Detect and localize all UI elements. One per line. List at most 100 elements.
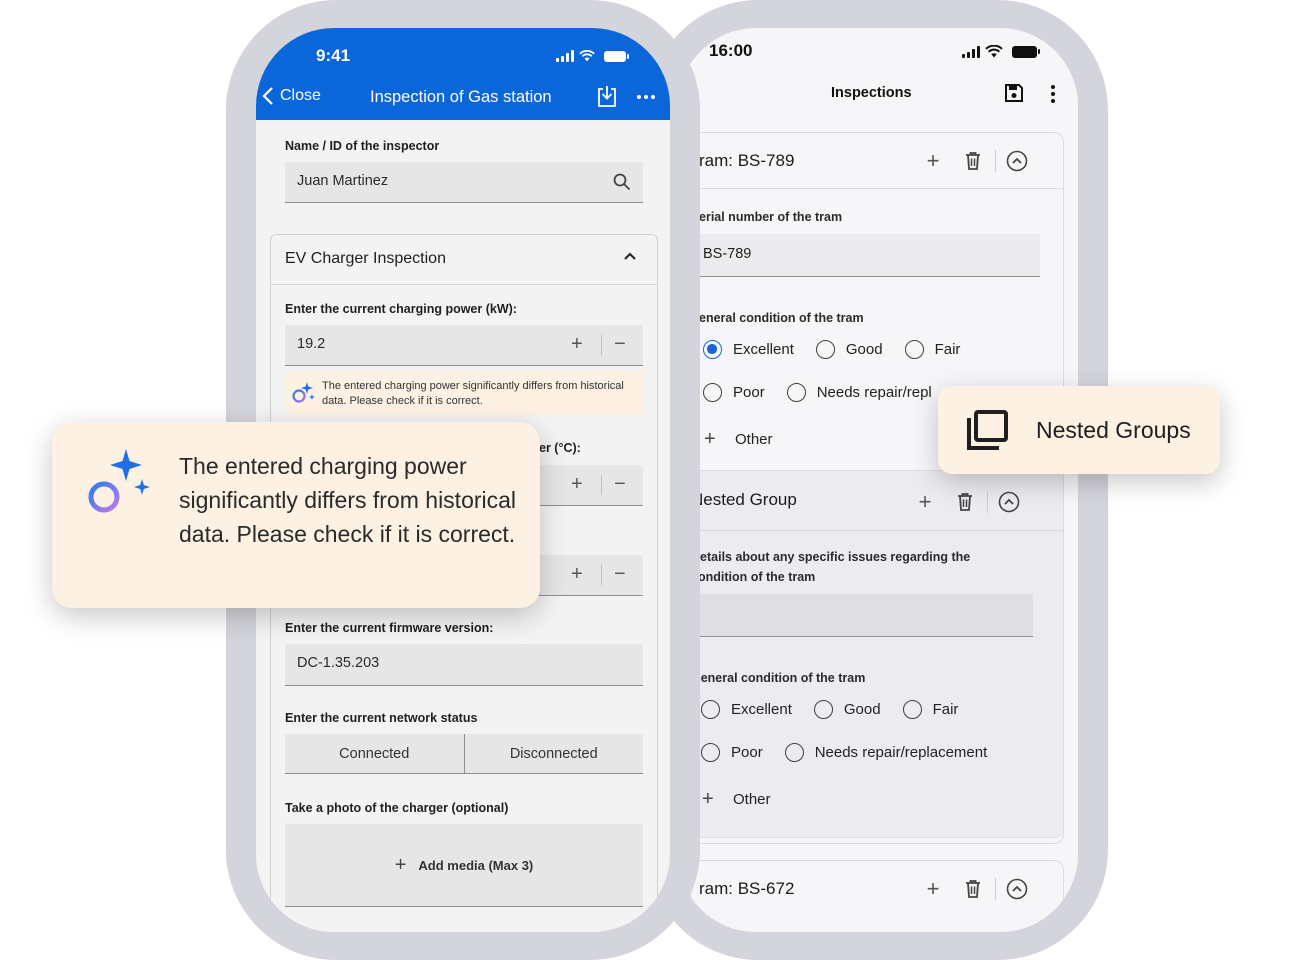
inspector-label: Name / ID of the inspector xyxy=(285,139,440,153)
photo-label: Take a photo of the charger (optional) xyxy=(285,801,509,815)
ev-section-header[interactable]: EV Charger Inspection xyxy=(271,235,657,285)
inspector-input[interactable]: Juan Martinez xyxy=(285,162,643,203)
tram-card-bs-672: ram: BS-672 + xyxy=(690,860,1064,932)
more-vertical-icon[interactable] xyxy=(1050,84,1056,104)
radio-fair[interactable]: Fair xyxy=(902,700,958,719)
charging-power-input[interactable]: 19.2 + − xyxy=(285,325,643,366)
radio-needs-repair[interactable]: Needs repair/replacement xyxy=(784,743,987,762)
temperature-label: er (°C): xyxy=(539,441,581,455)
radio-good[interactable]: Good xyxy=(815,340,883,359)
signal-icon xyxy=(556,50,574,62)
radio-empty-icon xyxy=(902,700,922,719)
radio-excellent[interactable]: Excellent xyxy=(703,340,794,359)
ai-sparkle-icon xyxy=(292,382,315,403)
nav-bar: Close Inspection of Gas station xyxy=(256,84,670,114)
tram-card-controls: + xyxy=(921,876,1028,902)
trash-icon[interactable] xyxy=(965,152,981,170)
add-icon[interactable]: + xyxy=(913,489,937,515)
firmware-label: Enter the current firmware version: xyxy=(285,621,494,635)
ai-callout-text: The entered charging power significantly… xyxy=(179,453,517,547)
nested-group: Nested Group + Details about any specifi… xyxy=(691,470,1063,838)
nested-options-row-2: Poor Needs repair/replacement xyxy=(701,743,987,762)
disconnected-option[interactable]: Disconnected xyxy=(463,734,643,773)
radio-empty-icon xyxy=(786,383,806,402)
collapse-circle-icon[interactable] xyxy=(1006,150,1028,172)
trash-icon[interactable] xyxy=(957,493,973,511)
nested-group-title: Nested Group xyxy=(691,490,797,509)
radio-empty-icon xyxy=(784,743,804,762)
radio-empty-icon xyxy=(904,340,924,359)
condition-label: eneral condition of the tram xyxy=(699,311,864,325)
signal-icon xyxy=(962,45,980,58)
serial-value: BS-789 xyxy=(703,246,752,262)
ai-sparkle-icon xyxy=(88,449,150,513)
details-input[interactable] xyxy=(691,594,1033,637)
download-icon[interactable] xyxy=(596,84,618,108)
save-icon[interactable] xyxy=(1004,83,1024,103)
radio-empty-icon xyxy=(703,383,722,402)
radio-empty-icon xyxy=(813,700,833,719)
inspector-value: Juan Martinez xyxy=(297,173,389,189)
increment-icon[interactable]: + xyxy=(571,473,583,496)
serial-label: erial number of the tram xyxy=(699,210,843,224)
plus-icon: + xyxy=(704,428,716,450)
chevron-left-icon xyxy=(262,87,273,105)
nested-condition-label: General condition of the tram xyxy=(691,671,866,685)
nested-group-header: Nested Group + xyxy=(691,471,1063,531)
network-label: Enter the current network status xyxy=(285,711,478,725)
plus-icon: + xyxy=(394,853,407,876)
battery-icon xyxy=(604,50,629,62)
ai-hint-text: The entered charging power significantly… xyxy=(322,380,624,407)
phone-right-frame: 16:00 Inspections ram: BS-789 + erial nu… xyxy=(648,0,1108,960)
radio-needs-repair[interactable]: Needs repair/repl xyxy=(786,383,932,402)
ai-hint-inline: The entered charging power significantly… xyxy=(285,371,643,415)
charging-power-value: 19.2 xyxy=(297,336,326,352)
collapse-circle-icon[interactable] xyxy=(1006,878,1028,900)
radio-fair[interactable]: Fair xyxy=(904,340,960,359)
connected-option[interactable]: Connected xyxy=(285,734,464,773)
charging-power-label: Enter the current charging power (kW): xyxy=(285,302,517,316)
details-label-line-1: Details about any specific issues regard… xyxy=(691,550,971,564)
radio-selected-icon xyxy=(703,340,722,359)
status-icons xyxy=(962,45,1040,58)
close-button[interactable]: Close xyxy=(262,86,321,106)
radio-excellent[interactable]: Excellent xyxy=(701,700,792,719)
nested-add-other-option[interactable]: + Other xyxy=(702,788,771,811)
ev-section-title: EV Charger Inspection xyxy=(285,250,446,267)
wifi-icon xyxy=(579,50,595,62)
add-media-button[interactable]: + Add media (Max 3) xyxy=(285,824,643,907)
radio-empty-icon xyxy=(815,340,835,359)
nested-groups-label: Nested Groups xyxy=(1036,417,1191,443)
add-icon[interactable]: + xyxy=(921,148,945,174)
radio-empty-icon xyxy=(701,700,720,719)
firmware-input[interactable]: DC-1.35.203 xyxy=(285,644,643,686)
battery-icon xyxy=(1012,45,1040,58)
trash-icon[interactable] xyxy=(965,880,981,898)
tram-card-bs-789: ram: BS-789 + erial number of the tram B… xyxy=(690,132,1064,844)
collapse-circle-icon[interactable] xyxy=(998,491,1020,513)
tram-card-header: ram: BS-789 + xyxy=(691,133,1063,189)
status-icons xyxy=(556,50,629,62)
radio-poor[interactable]: Poor xyxy=(703,383,765,402)
chevron-up-icon[interactable] xyxy=(623,251,637,261)
details-label-line-2: condition of the tram xyxy=(691,570,816,584)
tram-name: ram: BS-789 xyxy=(699,151,795,170)
status-time: 16:00 xyxy=(709,41,753,60)
decrement-icon[interactable]: − xyxy=(614,473,626,496)
increment-icon[interactable]: + xyxy=(571,563,583,586)
tram-card-controls: + xyxy=(921,148,1028,174)
radio-poor[interactable]: Poor xyxy=(701,743,763,762)
search-icon[interactable] xyxy=(613,173,631,191)
stacked-layers-icon xyxy=(967,410,1008,450)
decrement-icon[interactable]: − xyxy=(614,333,626,356)
decrement-icon[interactable]: − xyxy=(614,563,626,586)
radio-good[interactable]: Good xyxy=(813,700,881,719)
add-icon[interactable]: + xyxy=(921,876,945,902)
phone-right-screen: 16:00 Inspections ram: BS-789 + erial nu… xyxy=(678,28,1078,932)
plus-icon: + xyxy=(702,788,714,810)
increment-icon[interactable]: + xyxy=(571,333,583,356)
more-horizontal-icon[interactable] xyxy=(636,94,656,100)
ai-callout: The entered charging power significantly… xyxy=(52,422,540,608)
serial-input[interactable]: BS-789 xyxy=(691,234,1040,277)
add-other-option[interactable]: + Other xyxy=(704,428,773,451)
